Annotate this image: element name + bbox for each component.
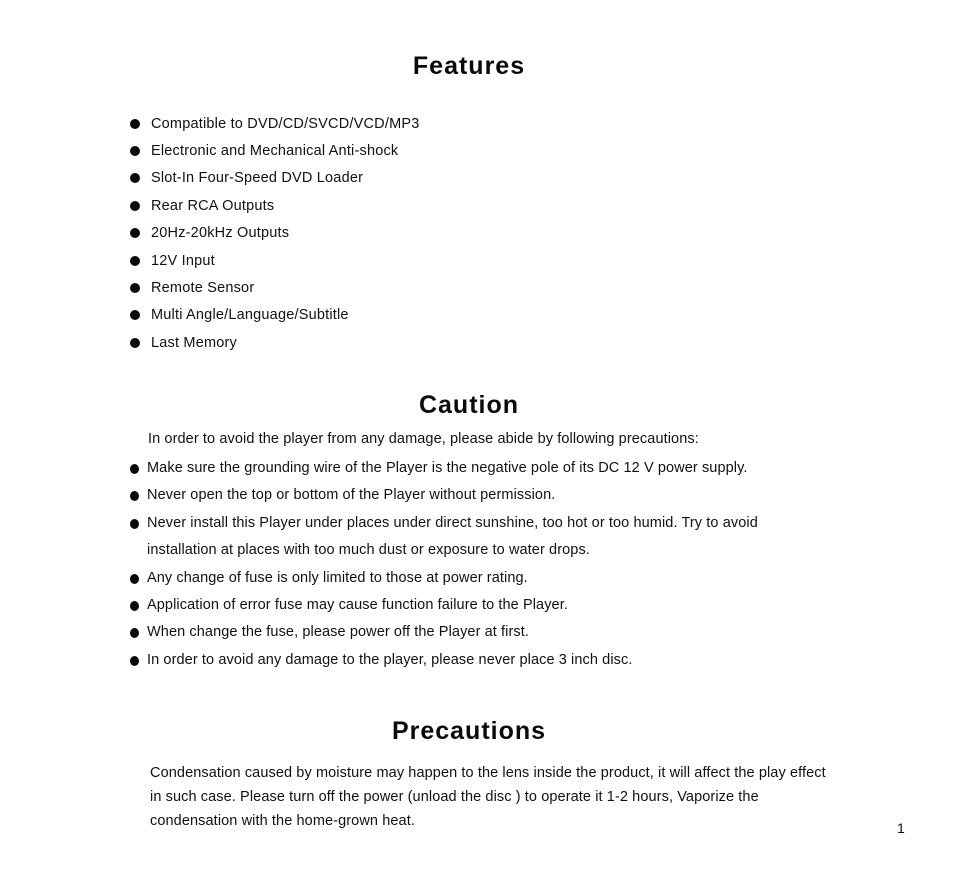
bullet-icon (130, 255, 140, 266)
caution-item: Application of error fuse may cause func… (130, 592, 850, 619)
caution-item-text: Application of error fuse may cause func… (147, 597, 568, 614)
caution-item-text: Never open the top or bottom of the Play… (147, 487, 556, 504)
features-list: Compatible to DVD/CD/SVCD/VCD/MP3 Electr… (130, 110, 419, 357)
feature-item: Electronic and Mechanical Anti-shock (130, 137, 419, 164)
precautions-heading: Precautions (391, 717, 547, 745)
bullet-icon (130, 310, 140, 321)
features-heading: Features (412, 52, 526, 80)
bullet-icon (130, 173, 140, 184)
bullet-icon (130, 118, 140, 129)
bullet-icon (130, 464, 139, 474)
feature-item: Remote Sensor (130, 274, 419, 301)
bullet-icon (130, 518, 139, 529)
caution-item: Any change of fuse is only limited to th… (130, 565, 850, 592)
bullet-icon (130, 283, 140, 294)
bullet-icon (130, 655, 139, 666)
feature-item-text: Slot-In Four-Speed DVD Loader (151, 170, 364, 187)
bullet-icon (130, 628, 139, 639)
caution-item: When change the fuse, please power off t… (130, 619, 850, 646)
feature-item: Compatible to DVD/CD/SVCD/VCD/MP3 (130, 110, 419, 137)
bullet-icon (130, 573, 139, 584)
feature-item-text: Rear RCA Outputs (151, 197, 275, 214)
caution-item: Never install this Player under places u… (130, 510, 850, 565)
feature-item: 12V Input (130, 247, 419, 274)
feature-item-text: 20Hz-20kHz Outputs (151, 225, 290, 242)
bullet-icon (130, 200, 140, 211)
bullet-icon (130, 491, 139, 502)
feature-item-text: 12V Input (151, 252, 215, 269)
feature-item: 20Hz-20kHz Outputs (130, 220, 419, 247)
caution-item: Make sure the grounding wire of the Play… (130, 455, 850, 482)
bullet-icon (130, 228, 140, 239)
feature-item-text: Multi Angle/Language/Subtitle (151, 307, 349, 324)
precautions-paragraph: Condensation caused by moisture may happ… (150, 765, 826, 829)
feature-item: Rear RCA Outputs (130, 192, 419, 219)
bullet-icon (130, 146, 140, 157)
feature-item-text: Electronic and Mechanical Anti-shock (151, 143, 399, 160)
bullet-icon (130, 337, 140, 348)
caution-intro: In order to avoid the player from any da… (148, 431, 699, 447)
feature-item: Slot-In Four-Speed DVD Loader (130, 165, 419, 192)
caution-item: In order to avoid any damage to the play… (130, 647, 850, 674)
caution-item-text: Make sure the grounding wire of the Play… (147, 460, 748, 476)
caution-item-text: Any change of fuse is only limited to th… (147, 569, 528, 586)
feature-item-text: Compatible to DVD/CD/SVCD/VCD/MP3 (151, 115, 420, 132)
caution-heading: Caution (418, 391, 520, 419)
caution-list: Make sure the grounding wire of the Play… (130, 455, 850, 674)
caution-item-text: Never install this Player under places u… (147, 514, 758, 559)
feature-item-text: Remote Sensor (151, 280, 255, 297)
caution-item-text: In order to avoid any damage to the play… (147, 651, 633, 668)
feature-item: Last Memory (130, 329, 419, 356)
caution-item: Never open the top or bottom of the Play… (130, 482, 850, 509)
feature-item: Multi Angle/Language/Subtitle (130, 302, 419, 329)
feature-item-text: Last Memory (151, 334, 237, 351)
caution-item-text: When change the fuse, please power off t… (147, 624, 530, 641)
page-number: 1 (897, 820, 905, 836)
manual-page: Features Compatible to DVD/CD/SVCD/VCD/M… (0, 0, 954, 886)
bullet-icon (130, 601, 139, 612)
